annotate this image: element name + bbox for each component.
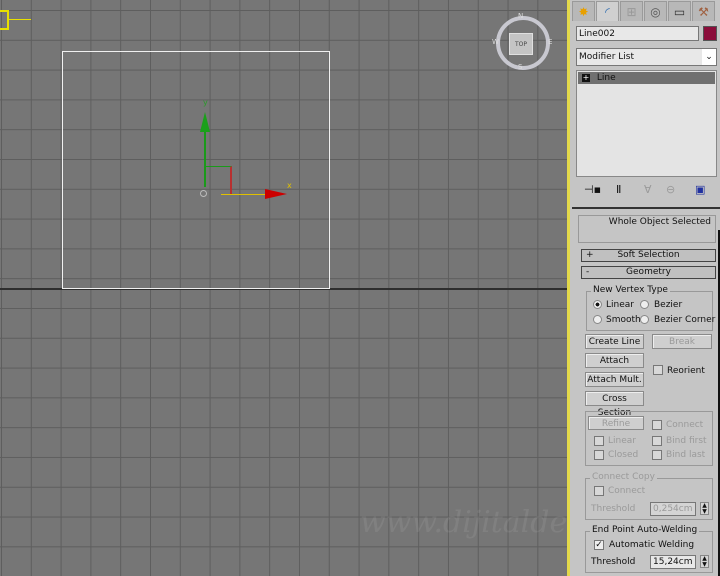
pivot-circle-icon — [200, 190, 207, 197]
cc-connect-label: Connect — [608, 486, 646, 496]
expand-icon[interactable]: + — [582, 74, 590, 82]
chevron-down-icon: ⌄ — [702, 49, 716, 65]
attach-mult-button[interactable]: Attach Mult. — [585, 372, 644, 387]
geometry-rollout[interactable]: - Geometry — [581, 266, 716, 279]
modifier-stack[interactable]: + Line — [576, 70, 717, 177]
hierarchy-tab-icon[interactable]: ⊞ — [620, 1, 643, 21]
viewport-top[interactable]: y x TOP N S W E www.dijitalde — [0, 0, 567, 576]
radio-smooth-label: Smooth — [606, 315, 641, 325]
automatic-welding-label: Automatic Welding — [609, 540, 695, 550]
gizmo-x-arrow — [265, 189, 287, 199]
modifier-list-dropdown[interactable]: Modifier List ⌄ — [576, 48, 717, 66]
pin-stack-icon[interactable]: ⊣▪ — [584, 183, 601, 196]
rollout-sign: - — [586, 267, 590, 277]
bind-first-label: Bind first — [666, 436, 707, 446]
gizmo-x-label: x — [287, 181, 292, 190]
group-title: New Vertex Type — [591, 285, 670, 295]
connect-label: Connect — [666, 420, 704, 430]
linear-label: Linear — [608, 436, 636, 446]
new-vertex-type-group: New Vertex Type — [586, 285, 713, 331]
selection-info: Whole Object Selected — [608, 217, 711, 227]
compass-s: S — [518, 63, 523, 71]
gizmo-y-label: y — [203, 98, 208, 107]
utilities-tab-icon[interactable]: ⚒ — [692, 1, 715, 21]
linear-checkbox[interactable] — [594, 436, 604, 446]
bind-last-checkbox[interactable] — [652, 450, 662, 460]
rollout-sign: + — [586, 250, 594, 260]
create-tab-icon[interactable]: ✸ — [572, 1, 595, 21]
modify-tab-icon[interactable]: ◜ — [596, 1, 619, 21]
rollout-title: Geometry — [626, 267, 671, 277]
radio-bezier[interactable] — [640, 300, 649, 309]
soft-selection-rollout[interactable]: + Soft Selection — [581, 249, 716, 262]
create-line-button[interactable]: Create Line — [585, 334, 644, 349]
reorient-checkbox[interactable] — [653, 365, 663, 375]
display-tab-icon[interactable]: ▭ — [668, 1, 691, 21]
cc-threshold-label: Threshold — [591, 504, 636, 514]
compass-n: N — [518, 12, 524, 20]
divider — [572, 207, 720, 209]
ep-threshold-spinner[interactable]: ▲ ▼ — [700, 555, 709, 568]
closed-label: Closed — [608, 450, 639, 460]
closed-checkbox[interactable] — [594, 450, 604, 460]
stack-item-label: Line — [596, 73, 616, 83]
selection-info-box: Whole Object Selected — [578, 215, 716, 243]
gizmo-y-arrow — [200, 112, 210, 132]
attach-button[interactable]: Attach — [585, 353, 644, 368]
radio-bezier-label: Bezier — [654, 300, 683, 310]
group-title: Connect Copy — [590, 472, 657, 482]
connect-checkbox[interactable] — [652, 420, 662, 430]
bind-last-label: Bind last — [666, 450, 706, 460]
radio-bezier-corner-label: Bezier Corner — [654, 315, 716, 325]
command-panel: ✸ ◜ ⊞ ◎ ▭ ⚒ Line002 Modifier List ⌄ + Lin… — [567, 0, 720, 576]
automatic-welding-checkbox[interactable]: ✓ — [594, 540, 604, 550]
remove-modifier-icon[interactable]: ⊖ — [666, 183, 675, 196]
compass-w: W — [492, 38, 499, 46]
break-button[interactable]: Break — [652, 334, 712, 349]
reorient-label: Reorient — [667, 366, 705, 376]
gizmo-plane-handle[interactable] — [205, 166, 232, 194]
make-unique-icon[interactable]: ∀ — [644, 183, 652, 196]
stack-item-line[interactable]: + Line — [578, 72, 715, 84]
corner-line — [9, 19, 31, 20]
radio-linear[interactable] — [593, 300, 602, 309]
cross-section-button[interactable]: Cross Section — [585, 391, 644, 418]
group-title: End Point Auto-Welding — [590, 525, 700, 535]
compass-e: E — [548, 38, 553, 46]
motion-tab-icon[interactable]: ◎ — [644, 1, 667, 21]
radio-bezier-corner[interactable] — [640, 315, 649, 324]
cc-connect-checkbox[interactable] — [594, 486, 604, 496]
rectangle-spline[interactable] — [62, 51, 330, 289]
watermark: www.dijitalde — [360, 505, 567, 540]
cc-threshold-input[interactable]: 0,254cm — [650, 502, 696, 516]
cc-threshold-spinner[interactable]: ▲ ▼ — [700, 502, 709, 515]
object-name-input[interactable]: Line002 — [576, 26, 699, 41]
rollout-title: Soft Selection — [617, 250, 680, 260]
modifier-list-label: Modifier List — [579, 52, 634, 62]
viewport-corner-marker — [0, 10, 9, 30]
show-end-result-icon[interactable]: Ⅱ — [616, 183, 621, 196]
bind-first-checkbox[interactable] — [652, 436, 662, 446]
radio-smooth[interactable] — [593, 315, 602, 324]
radio-linear-label: Linear — [606, 300, 634, 310]
ep-threshold-input[interactable]: 15,24cm — [650, 555, 696, 569]
gizmo-x-axis[interactable] — [221, 194, 271, 195]
object-color-swatch[interactable] — [703, 26, 717, 41]
configure-modifier-sets-icon[interactable]: ▣ — [695, 183, 705, 196]
refine-button[interactable]: Refine — [588, 416, 644, 430]
ep-threshold-label: Threshold — [591, 557, 636, 567]
viewcube-top[interactable]: TOP — [509, 33, 533, 55]
